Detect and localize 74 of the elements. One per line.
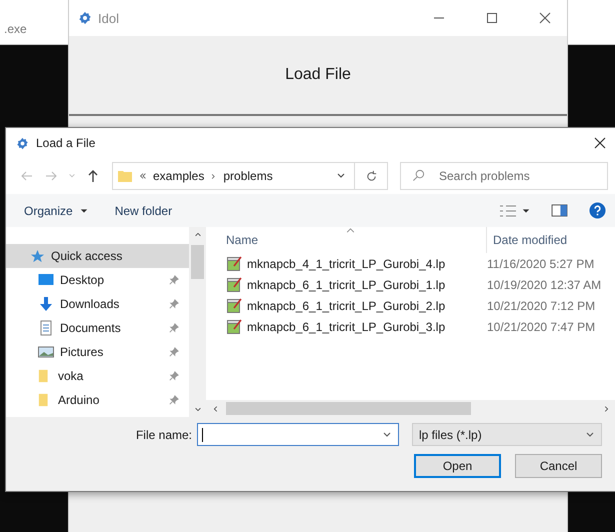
sort-caret-icon: [346, 228, 355, 233]
caret-icon[interactable]: [80, 206, 88, 214]
window-title: .exe: [4, 22, 27, 36]
nav-item[interactable]: Arduino: [6, 388, 189, 412]
date-cell: 10/19/2020 12:37 AM: [487, 278, 602, 292]
caret-icon[interactable]: [522, 206, 530, 214]
pin-icon[interactable]: [169, 347, 179, 357]
up-arrow-icon[interactable]: [86, 169, 100, 183]
search-field[interactable]: Search problems: [400, 162, 608, 190]
pin-icon[interactable]: [169, 395, 179, 405]
file-item[interactable]: mknapcb_6_1_tricrit_LP_Gurobi_3.lp: [226, 318, 481, 334]
vertical-scrollbar[interactable]: [189, 227, 206, 417]
scroll-up-icon[interactable]: [194, 231, 202, 239]
date-cell: 10/21/2020 7:47 PM: [487, 320, 596, 334]
chevron-right-icon: [210, 172, 218, 180]
nav-item[interactable]: Pictures: [6, 340, 189, 364]
maximize-icon[interactable]: [486, 12, 498, 24]
chevron-down-icon[interactable]: [382, 430, 392, 440]
chevron-down-icon: [585, 430, 595, 440]
pin-icon[interactable]: [169, 299, 179, 309]
refresh-button[interactable]: [355, 162, 388, 190]
notepad-icon: [226, 276, 242, 292]
pin-icon[interactable]: [169, 275, 179, 285]
search-icon: [412, 169, 425, 182]
close-icon[interactable]: [594, 137, 606, 149]
breadcrumb-item[interactable]: problems: [223, 169, 273, 183]
scroll-thumb[interactable]: [191, 245, 204, 279]
column-header[interactable]: Name: [226, 233, 486, 247]
window-title: Idol: [98, 10, 119, 26]
refresh-icon: [364, 170, 378, 182]
file-name-label: File name:: [136, 428, 192, 442]
file-type-dropdown[interactable]: lp files (*.lp): [412, 423, 602, 446]
file-item[interactable]: mknapcb_6_1_tricrit_LP_Gurobi_1.lp: [226, 276, 481, 292]
file-item[interactable]: mknapcb_6_1_tricrit_LP_Gurobi_2.lp: [226, 298, 481, 314]
nav-item[interactable]: Downloads: [6, 292, 189, 316]
new-folder-button[interactable]: New folder: [112, 202, 174, 220]
nav-item[interactable]: Documents: [6, 316, 189, 340]
date-cell: 10/21/2020 7:12 PM: [487, 298, 596, 312]
horizontal-scrollbar[interactable]: [206, 400, 615, 417]
scroll-right-icon[interactable]: [602, 404, 610, 412]
double-chevron-icon: [139, 172, 147, 180]
scroll-down-icon[interactable]: [194, 405, 202, 413]
scroll-thumb[interactable]: [226, 402, 471, 415]
date-cell: 11/16/2020 5:27 PM: [487, 256, 594, 270]
dialog-title: Load a File: [36, 136, 96, 150]
close-icon[interactable]: [539, 12, 551, 24]
preview-pane-icon[interactable]: [551, 204, 568, 217]
open-button[interactable]: Open: [414, 454, 501, 478]
down-arrow-icon: [38, 296, 54, 312]
scroll-left-icon[interactable]: [212, 404, 220, 412]
nav-item[interactable]: Quick access: [6, 244, 189, 268]
notepad-icon: [226, 256, 242, 272]
file-item[interactable]: mknapcb_4_1_tricrit_LP_Gurobi_4.lp: [226, 256, 481, 272]
document-icon: [38, 320, 54, 336]
notepad-icon: [226, 318, 242, 334]
gear-icon: [16, 136, 29, 150]
nav-item[interactable]: voka: [6, 364, 189, 388]
nav-item[interactable]: Desktop: [6, 268, 189, 292]
file-name-field[interactable]: [197, 423, 399, 446]
monitor-icon: [38, 272, 54, 288]
image-icon: [38, 344, 54, 360]
star-icon: [30, 248, 45, 264]
gear-icon: [78, 11, 92, 25]
pin-icon[interactable]: [169, 371, 179, 381]
cancel-button[interactable]: Cancel: [515, 454, 602, 478]
organize-button[interactable]: Organize: [22, 202, 75, 220]
address-bar[interactable]: examples problems: [112, 162, 355, 190]
help-icon[interactable]: [589, 202, 606, 219]
breadcrumb-item[interactable]: examples: [153, 169, 204, 183]
column-header[interactable]: Date modified: [486, 227, 568, 253]
pin-icon[interactable]: [169, 323, 179, 333]
view-list-icon[interactable]: [499, 204, 517, 218]
notepad-icon: [226, 298, 242, 314]
folder-icon: [117, 168, 133, 184]
